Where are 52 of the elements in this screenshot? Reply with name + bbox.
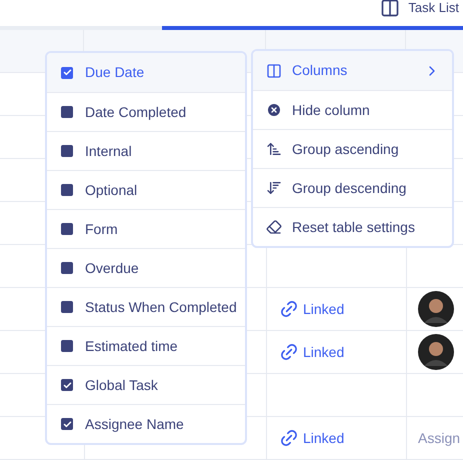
column-option[interactable]: Due Date — [47, 53, 245, 92]
column-option[interactable]: Assignee Name — [47, 404, 245, 443]
column-option[interactable]: Optional — [47, 170, 245, 209]
menu-label: Group descending — [292, 178, 408, 198]
avatar — [418, 291, 454, 327]
sort-ascending-icon — [266, 141, 282, 157]
checkbox[interactable] — [61, 106, 73, 118]
checkbox[interactable] — [61, 301, 73, 313]
columns-icon — [266, 62, 282, 78]
column-option[interactable]: Status When Completed — [47, 287, 245, 326]
column-label: Estimated time — [85, 336, 178, 356]
menu-item[interactable]: Group descending — [253, 168, 452, 207]
avatar — [418, 334, 454, 370]
close-circle-icon — [266, 102, 282, 118]
linked-link[interactable]: Linked — [279, 342, 344, 362]
column-label: Overdue — [85, 258, 139, 278]
menu-item[interactable]: Hide column — [253, 90, 452, 129]
column-label: Assignee Name — [85, 414, 184, 434]
checkbox[interactable] — [61, 145, 73, 157]
task-list-button[interactable]: Task List — [380, 0, 459, 18]
menu-label: Reset table settings — [292, 218, 416, 237]
menu-item[interactable]: Group ascending — [253, 129, 452, 168]
column-label: Date Completed — [85, 102, 186, 122]
menu-item[interactable]: Columns — [253, 51, 452, 90]
checkbox[interactable] — [61, 66, 73, 78]
column-label: Status When Completed — [85, 298, 237, 317]
column-label: Internal — [85, 142, 132, 160]
column-option[interactable]: Estimated time — [47, 326, 245, 365]
checkbox[interactable] — [61, 379, 73, 391]
checkbox[interactable] — [61, 262, 73, 274]
menu-label: Group ascending — [292, 140, 400, 159]
checkbox[interactable] — [61, 340, 73, 352]
column-option[interactable]: Date Completed — [47, 92, 245, 131]
menu-label: Hide column — [292, 100, 371, 120]
column-option[interactable]: Overdue — [47, 248, 245, 287]
menu-item[interactable]: Reset table settings — [253, 207, 452, 246]
column-label: Global Task — [85, 376, 158, 394]
checkbox[interactable] — [61, 184, 73, 196]
linked-link[interactable]: Linked — [279, 298, 344, 320]
linked-link[interactable]: Linked — [279, 428, 344, 448]
sort-descending-icon — [266, 180, 282, 196]
column-option[interactable]: Internal — [47, 131, 245, 170]
eraser-icon — [266, 219, 282, 235]
column-label: Form — [85, 220, 118, 238]
menu-label: Columns — [292, 61, 348, 80]
checkbox[interactable] — [61, 223, 73, 235]
column-option[interactable]: Form — [47, 209, 245, 248]
column-label: Optional — [85, 180, 138, 200]
column-label: Due Date — [85, 63, 144, 82]
checkbox[interactable] — [61, 418, 73, 430]
column-option[interactable]: Global Task — [47, 365, 245, 404]
list-icon — [380, 0, 400, 18]
